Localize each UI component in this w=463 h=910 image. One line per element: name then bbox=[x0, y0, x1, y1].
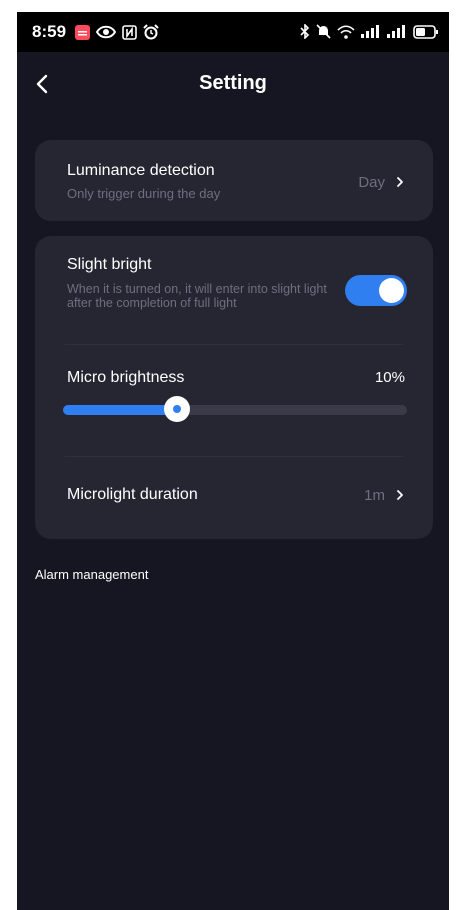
slight-bright-title: Slight bright bbox=[67, 256, 152, 273]
alarm-clock-icon bbox=[143, 24, 159, 40]
luminance-title: Luminance detection bbox=[67, 162, 215, 179]
signal-icon bbox=[387, 25, 405, 38]
divider bbox=[65, 344, 403, 345]
signal-icon bbox=[361, 25, 379, 38]
luminance-detection-row[interactable]: Luminance detection Only trigger during … bbox=[35, 140, 433, 221]
page-title: Setting bbox=[199, 72, 267, 94]
slider-fill bbox=[63, 405, 177, 415]
status-icons-left bbox=[75, 24, 159, 40]
slight-bright-toggle[interactable] bbox=[345, 275, 407, 306]
mute-icon bbox=[316, 24, 331, 39]
luminance-subtitle: Only trigger during the day bbox=[67, 186, 221, 201]
slider-thumb-dot bbox=[173, 405, 181, 413]
bluetooth-icon bbox=[300, 24, 310, 39]
micro-light-card: Slight bright When it is turned on, it w… bbox=[35, 236, 433, 539]
slider-thumb[interactable] bbox=[164, 396, 190, 422]
micro-brightness-value: 10% bbox=[374, 369, 405, 386]
notification-app-icon bbox=[75, 24, 90, 40]
status-bar: 8:59 bbox=[17, 12, 449, 52]
microlight-duration-title: Microlight duration bbox=[67, 486, 198, 503]
toggle-knob bbox=[379, 278, 404, 303]
alarm-management-label: Alarm management bbox=[35, 567, 149, 582]
status-icons-right bbox=[300, 24, 439, 39]
micro-brightness-title: Micro brightness bbox=[67, 369, 185, 386]
microlight-duration-row[interactable]: Microlight duration 1m bbox=[35, 462, 433, 532]
micro-brightness-slider[interactable] bbox=[63, 396, 407, 422]
chevron-right-icon bbox=[397, 490, 403, 500]
phone-screen: 8:59 Setting Luminance detection Only tr… bbox=[17, 12, 449, 910]
wifi-icon bbox=[337, 24, 355, 39]
microlight-duration-value: 1m bbox=[364, 487, 385, 504]
eye-icon bbox=[96, 25, 116, 39]
nfc-icon bbox=[122, 24, 137, 40]
luminance-value: Day bbox=[358, 174, 385, 191]
chevron-right-icon bbox=[397, 177, 403, 187]
status-time: 8:59 bbox=[32, 22, 67, 41]
header-bar: Setting bbox=[17, 68, 449, 112]
divider bbox=[65, 456, 403, 457]
battery-icon bbox=[413, 24, 438, 39]
slight-bright-description: When it is turned on, it will enter into… bbox=[67, 282, 327, 310]
